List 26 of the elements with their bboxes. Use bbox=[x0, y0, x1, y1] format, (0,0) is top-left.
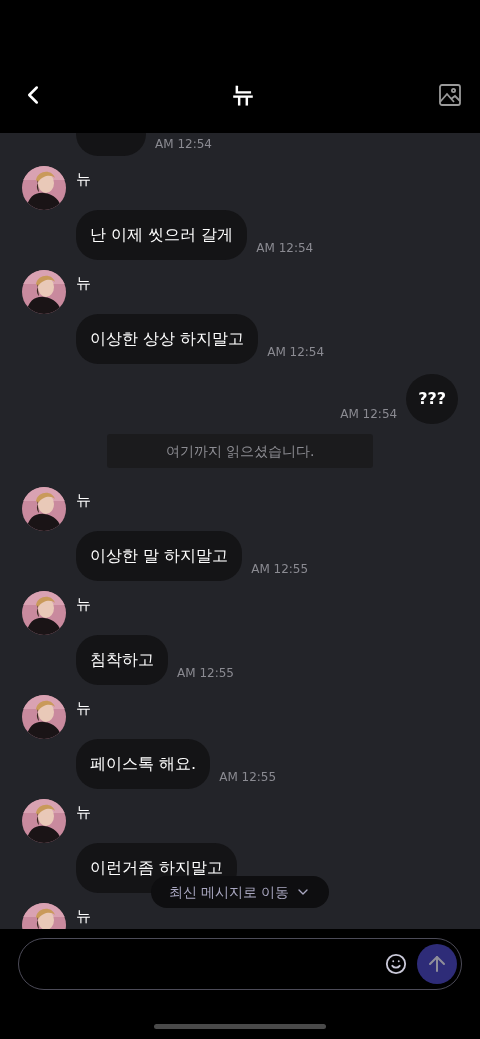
message-bubble: 이상한 말 하지말고 bbox=[76, 531, 243, 581]
message-time: AM 12:54 bbox=[256, 240, 314, 257]
message-time: AM 12:54 bbox=[340, 406, 398, 423]
sender-name: 뉴 bbox=[76, 698, 91, 719]
sender-name: 뉴 bbox=[76, 169, 91, 190]
send-button[interactable] bbox=[417, 944, 457, 984]
sender-name: 뉴 bbox=[76, 906, 91, 927]
message-bubble: ??? bbox=[406, 374, 458, 424]
message-bubble: 난 이제 씻으러 갈게 bbox=[76, 210, 248, 260]
sender-name: 뉴 bbox=[76, 594, 91, 615]
message-bubble: 침착하고 bbox=[76, 635, 168, 685]
chat-title: 뉴 bbox=[232, 81, 254, 109]
message-time: AM 12:54 bbox=[267, 344, 325, 361]
message-time: AM 12:55 bbox=[177, 665, 234, 682]
sender-name: 뉴 bbox=[76, 490, 91, 511]
message-bubble: 이상한 상상 하지말고 bbox=[76, 314, 259, 364]
message-bubble: 페이스톡 해요. bbox=[76, 739, 211, 789]
sender-name: 뉴 bbox=[76, 273, 91, 294]
emoji-icon[interactable] bbox=[385, 953, 407, 975]
image-icon[interactable] bbox=[438, 82, 462, 107]
read-marker: 여기까지 읽으셨습니다. bbox=[107, 434, 373, 468]
jump-to-latest-button[interactable]: 최신 메시지로 이동 bbox=[150, 876, 330, 908]
message-time: AM 12:54 bbox=[155, 136, 212, 153]
message-time: AM 12:55 bbox=[251, 561, 309, 578]
sender-name: 뉴 bbox=[76, 802, 91, 823]
message-time: AM 12:55 bbox=[219, 769, 277, 786]
